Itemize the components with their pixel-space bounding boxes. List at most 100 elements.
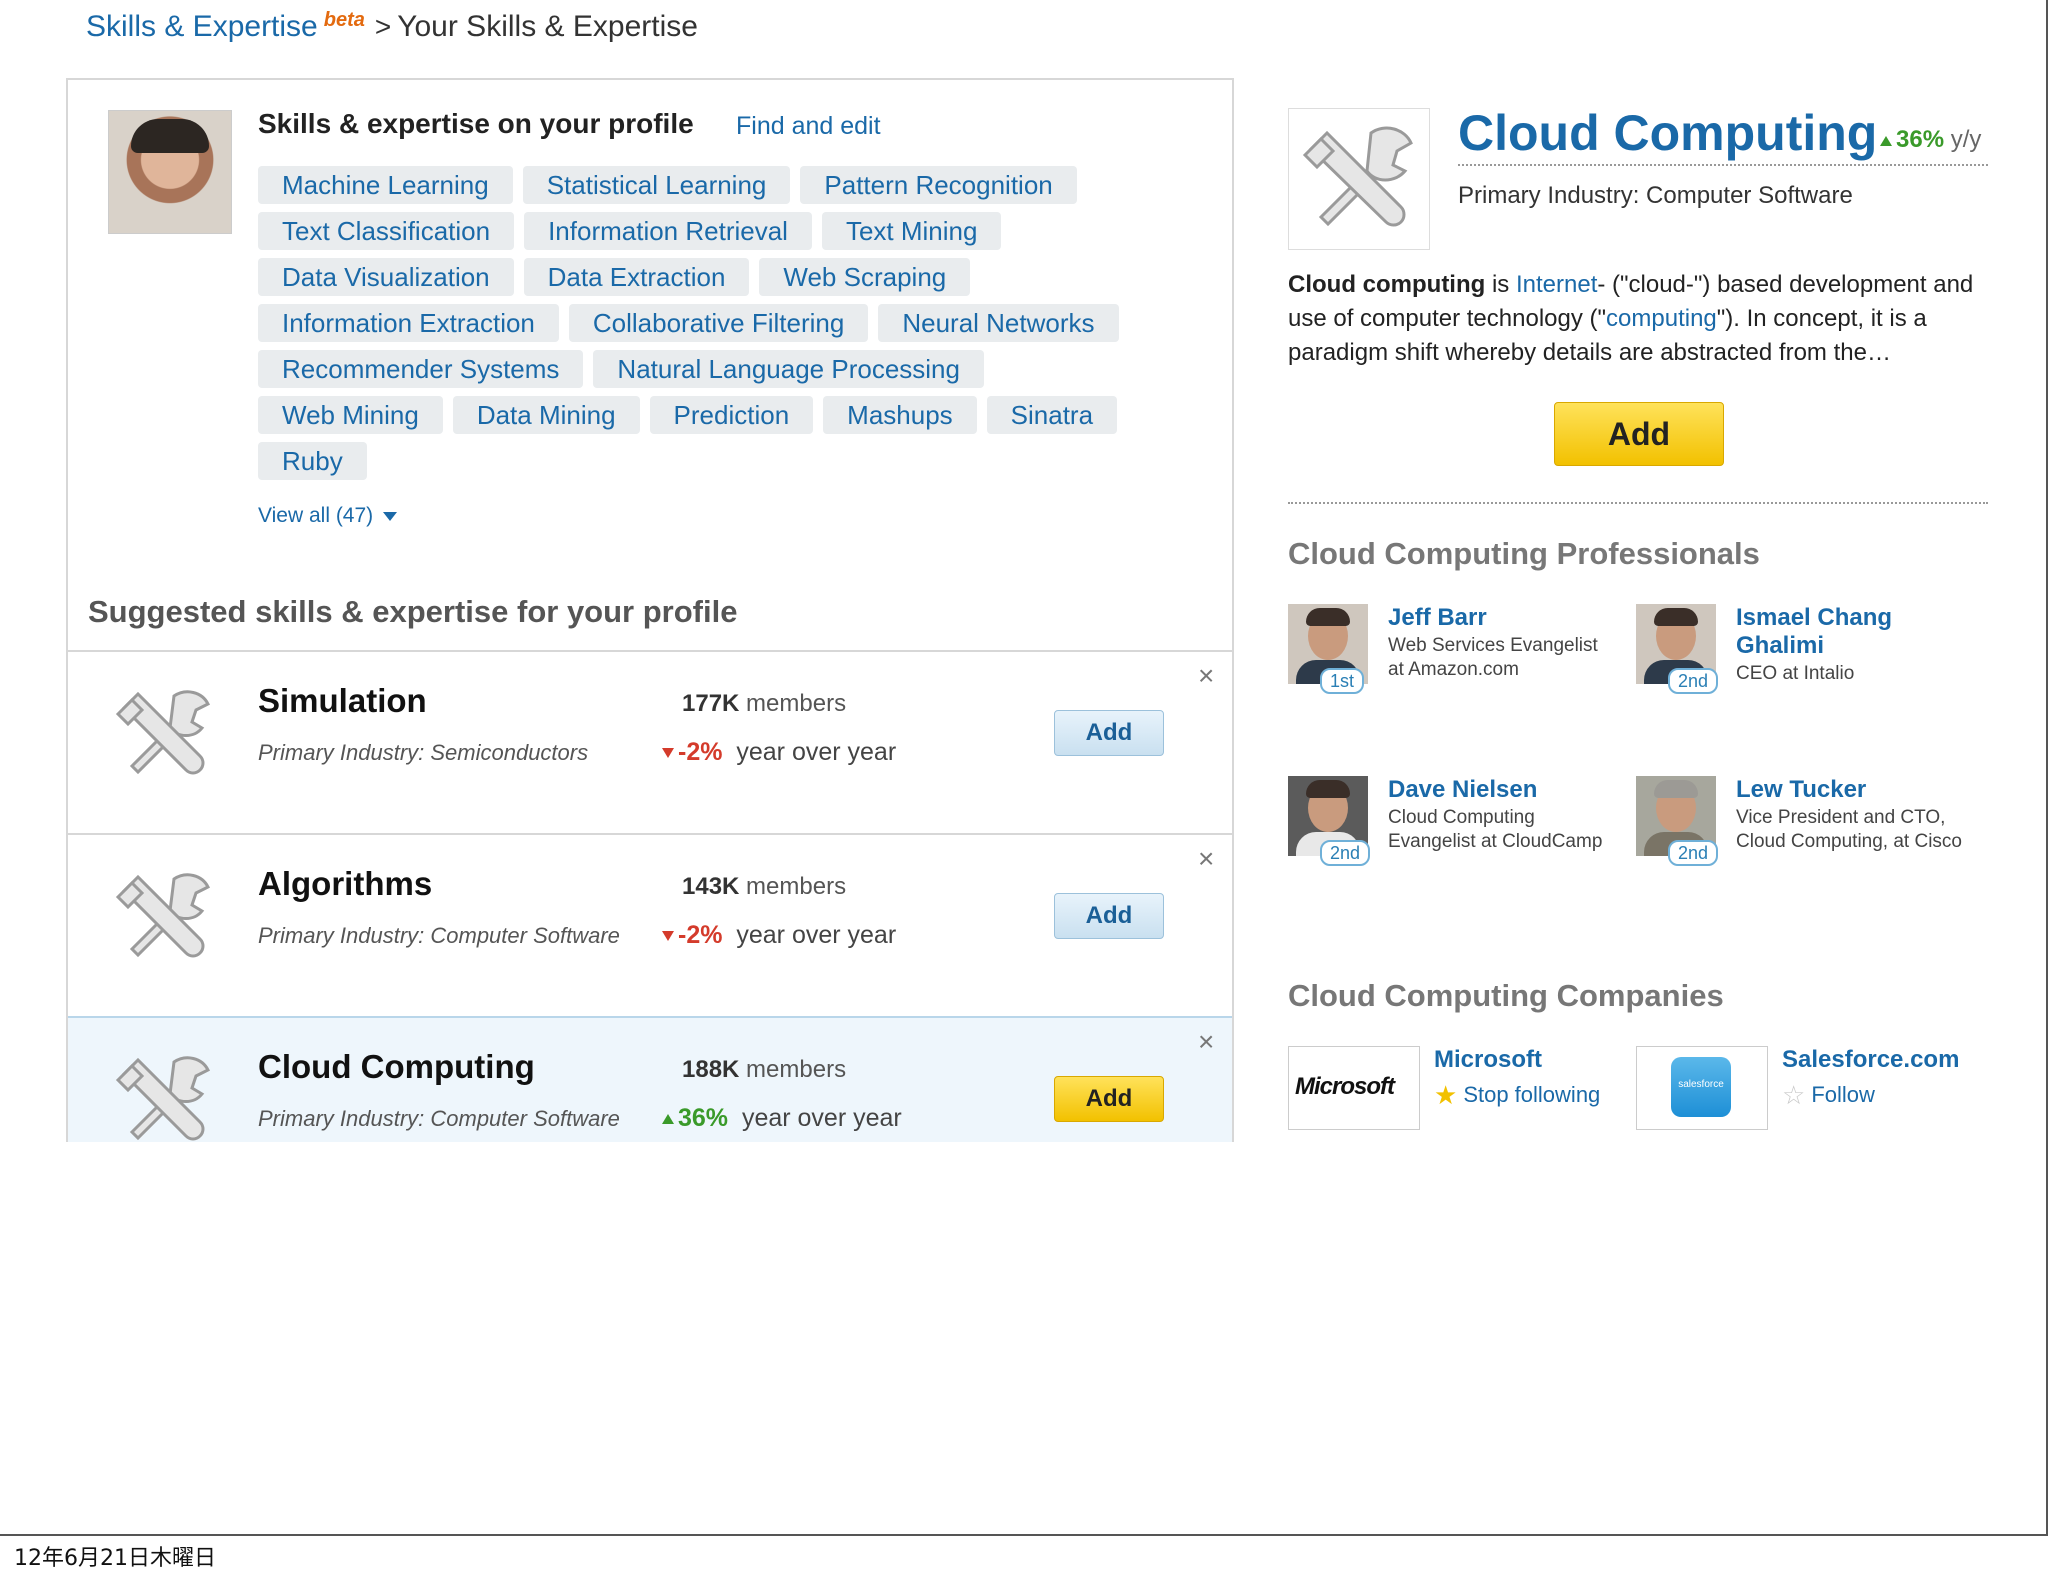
add-skill-button[interactable]: Add <box>1054 893 1164 939</box>
skill-tag[interactable]: Pattern Recognition <box>800 166 1077 204</box>
members-label: members <box>746 690 847 717</box>
desc-term: Cloud computing <box>1288 271 1486 298</box>
close-icon[interactable]: × <box>1198 660 1214 692</box>
growth-label: year over year <box>736 921 897 949</box>
avatar[interactable] <box>108 110 232 234</box>
salesforce-logo[interactable]: salesforce <box>1636 1046 1768 1130</box>
connection-degree-badge: 2nd <box>1668 668 1719 694</box>
growth-label: year over year <box>741 1104 902 1132</box>
professional-name-link[interactable]: Jeff Barr <box>1388 604 1628 632</box>
company-name-link[interactable]: Salesforce.com <box>1782 1046 1959 1074</box>
breadcrumb-current: Your Skills & Expertise <box>397 10 698 43</box>
breadcrumb: Skills & Expertise beta > Your Skills & Exp… <box>86 9 698 44</box>
skill-growth: -2% year over year <box>662 738 896 767</box>
breadcrumb-separator-icon: > <box>374 11 392 42</box>
skill-tag[interactable]: Mashups <box>823 396 977 434</box>
beta-badge: beta <box>323 9 365 31</box>
professionals-heading: Cloud Computing Professionals <box>1288 536 1760 571</box>
skill-tag[interactable]: Web Scraping <box>759 258 971 296</box>
skill-tag[interactable]: Recommender Systems <box>258 350 584 388</box>
internet-link[interactable]: Internet <box>1516 271 1597 298</box>
logo-text: Microsoft <box>1295 1073 1395 1100</box>
members-label: members <box>746 1056 847 1083</box>
trend-up-icon <box>1880 135 1892 146</box>
professional-title: CEO at Intalio <box>1736 663 1855 684</box>
professional-name-link[interactable]: Dave Nielsen <box>1388 776 1628 804</box>
skill-tag[interactable]: Data Extraction <box>523 258 750 296</box>
skill-tag[interactable]: Machine Learning <box>258 166 513 204</box>
skill-industry: Primary Industry: Computer Software <box>258 923 620 948</box>
find-and-edit-link[interactable]: Find and edit <box>736 112 881 141</box>
connection-degree-badge: 2nd <box>1668 840 1719 866</box>
close-icon[interactable]: × <box>1198 1026 1214 1058</box>
breadcrumb-root-link[interactable]: Skills & Expertise <box>86 10 318 43</box>
tools-icon <box>115 690 211 775</box>
skill-tag[interactable]: Statistical Learning <box>522 166 791 204</box>
tools-icon <box>115 1056 211 1141</box>
skills-panel: Skills & expertise on your profile Find … <box>66 78 1234 1142</box>
suggested-skill-row: Algorithms Primary Industry: Computer So… <box>68 833 1232 1016</box>
suggested-skills-heading: Suggested skills & expertise for your pr… <box>88 594 738 629</box>
skill-detail-trend: 36% y/y <box>1880 126 1981 154</box>
trend-up-icon <box>662 1114 674 1125</box>
members-count: 177K <box>682 690 740 717</box>
skill-tag[interactable]: Data Visualization <box>258 258 514 296</box>
close-icon[interactable]: × <box>1198 843 1214 875</box>
growth-value: 36% <box>678 1104 729 1132</box>
computing-link[interactable]: computing <box>1606 305 1717 332</box>
add-skill-button[interactable]: Add <box>1054 710 1164 756</box>
members-label: members <box>746 873 847 900</box>
stop-following-button[interactable]: ★ Stop following <box>1434 1080 1600 1111</box>
skill-name[interactable]: Cloud Computing <box>258 1048 535 1086</box>
connection-degree-badge: 1st <box>1320 668 1365 694</box>
skill-tag[interactable]: Ruby <box>258 442 367 480</box>
skill-tag[interactable]: Prediction <box>649 396 814 434</box>
microsoft-logo[interactable]: Microsoft <box>1288 1046 1420 1130</box>
tools-icon <box>1288 108 1430 250</box>
view-all-label: View all (47) <box>258 504 374 527</box>
section-divider <box>1288 502 1988 504</box>
skill-tag[interactable]: Sinatra <box>986 396 1118 434</box>
follow-button[interactable]: ☆ Follow <box>1782 1080 1875 1111</box>
professional-name-link[interactable]: Lew Tucker <box>1736 776 1976 804</box>
skill-tag[interactable]: Text Mining <box>821 212 1002 250</box>
connection-degree-badge: 2nd <box>1320 840 1371 866</box>
trend-down-icon <box>662 748 674 759</box>
skill-members: 143K members <box>682 873 846 901</box>
skill-tag[interactable]: Web Mining <box>258 396 443 434</box>
professional-title: Cloud Computing Evangelist at CloudCamp <box>1388 807 1603 852</box>
professional-title: Web Services Evangelist at Amazon.com <box>1388 635 1598 680</box>
members-count: 143K <box>682 873 740 900</box>
skill-tag[interactable]: Collaborative Filtering <box>568 304 869 342</box>
logo-text: salesforce <box>1678 1079 1724 1090</box>
title-divider <box>1458 164 1988 166</box>
profile-skills-heading: Skills & expertise on your profile <box>258 108 694 139</box>
professional-title: Vice President and CTO, Cloud Computing,… <box>1736 807 1962 852</box>
skill-detail-title: Cloud Computing <box>1458 105 1878 161</box>
skill-name[interactable]: Simulation <box>258 682 427 720</box>
skill-tag[interactable]: Natural Language Processing <box>593 350 984 388</box>
skill-name[interactable]: Algorithms <box>258 865 432 903</box>
company-name-link[interactable]: Microsoft <box>1434 1046 1542 1074</box>
tools-icon <box>115 873 211 958</box>
add-skill-button[interactable]: Add <box>1054 1076 1164 1122</box>
follow-label: Follow <box>1811 1082 1875 1107</box>
view-all-link[interactable]: View all (47) <box>258 504 398 528</box>
trend-value: 36% <box>1896 126 1945 153</box>
skill-tag[interactable]: Neural Networks <box>878 304 1119 342</box>
follow-label: Stop following <box>1463 1082 1601 1107</box>
skill-tag[interactable]: Information Extraction <box>258 304 559 342</box>
skill-industry: Primary Industry: Semiconductors <box>258 740 589 765</box>
growth-value: -2% <box>678 921 723 949</box>
skill-tag[interactable]: Information Retrieval <box>524 212 812 250</box>
professional-name-link[interactable]: Ismael Chang Ghalimi <box>1736 604 1976 660</box>
skill-tags: Machine Learning Statistical Learning Patt… <box>258 166 1138 488</box>
star-filled-icon: ★ <box>1434 1080 1458 1110</box>
trend-down-icon <box>662 931 674 942</box>
star-outline-icon: ☆ <box>1782 1080 1806 1110</box>
skill-tag[interactable]: Data Mining <box>452 396 640 434</box>
add-skill-main-button[interactable]: Add <box>1554 402 1724 466</box>
growth-label: year over year <box>736 738 897 766</box>
skill-tag[interactable]: Text Classification <box>258 212 515 250</box>
desc-text: is <box>1485 271 1516 298</box>
